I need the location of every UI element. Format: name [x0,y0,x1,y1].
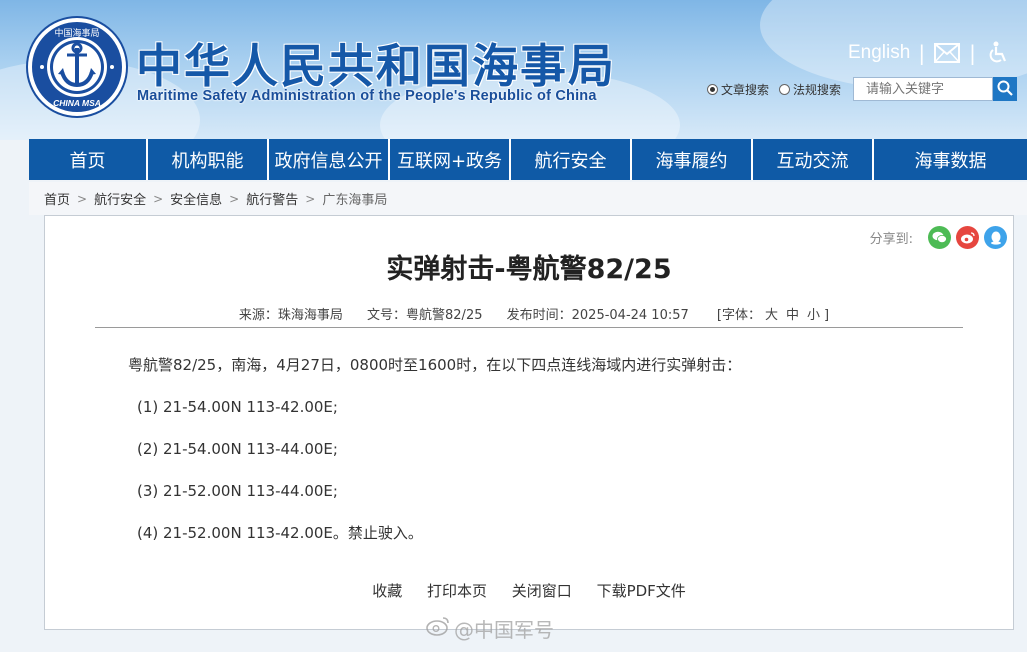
chevron-right-icon: > [229,191,240,206]
article-meta: 来源：珠海海事局 文号：粤航警82/25 发布时间：2025-04-24 10:… [45,304,1013,323]
breadcrumb-nav-warning[interactable]: 航行警告 [246,189,298,208]
article-panel: 分享到: 实弹射击-粤航警82/25 来源：珠海海事局 文号：粤航警82/25 … [44,215,1014,630]
nav-item-internet-gov[interactable]: 互联网+政务 [390,139,511,180]
nav-item-functions[interactable]: 机构职能 [148,139,269,180]
font-size-large[interactable]: 大 [765,308,778,323]
nav-item-compliance[interactable]: 海事履约 [632,139,753,180]
weibo-icon[interactable] [956,226,979,249]
article-actions: 收藏 打印本页 关闭窗口 下载PDF文件 [45,580,1013,601]
site-title-en: Maritime Safety Administration of the Pe… [137,88,597,104]
download-pdf-link[interactable]: 下载PDF文件 [597,582,686,600]
weibo-watermark-icon [426,616,450,641]
msa-logo[interactable]: 中国海事局 CHINA MSA [28,18,126,116]
nav-item-data[interactable]: 海事数据 [874,139,1027,180]
article-intro: 粤航警82/25，南海，4月27日，0800时至1600时，在以下四点连线海域内… [128,356,742,374]
meta-source: 来源：珠海海事局 [238,308,343,323]
article-title: 实弹射击-粤航警82/25 [386,254,672,285]
nav-item-home[interactable]: 首页 [29,139,148,180]
search-button[interactable] [993,77,1018,101]
english-link[interactable]: English [848,42,910,64]
breadcrumb-navigation-safety[interactable]: 航行安全 [94,189,146,208]
nav-item-gov-info[interactable]: 政府信息公开 [269,139,390,180]
radio-law-search[interactable]: 法规搜索 [779,81,841,98]
radio-label: 文章搜索 [721,82,770,97]
logo-text-top: 中国海事局 [54,27,99,39]
share-bar: 分享到: [870,226,1007,249]
radio-article-search[interactable]: 文章搜索 [707,81,769,98]
radio-label: 法规搜索 [793,82,842,97]
chevron-right-icon: > [305,191,316,206]
qq-icon[interactable] [984,226,1007,249]
wechat-icon[interactable] [928,226,951,249]
search-area: 文章搜索 法规搜索 [707,77,1018,101]
logo-text-bottom: CHINA MSA [53,98,101,108]
font-size-label: [字体： [716,308,761,323]
coordinate-point: (1) 21-54.00N 113-42.00E; [137,398,338,416]
site-header: 中国海事局 CHINA MSA 中华人民共和国海事局 Maritime Safe… [0,0,1027,140]
search-input[interactable] [853,77,994,101]
nav-item-interaction[interactable]: 互动交流 [753,139,874,180]
breadcrumb-guangdong-msa[interactable]: 广东海事局 [322,189,387,208]
coordinate-point: (2) 21-54.00N 113-44.00E; [137,440,338,458]
separator: | [918,41,926,65]
watermark-text: @中国军号 [454,618,554,642]
coordinate-point: (4) 21-52.00N 113-42.00E。禁止驶入。 [137,524,423,542]
font-size-medium[interactable]: 中 [786,308,799,323]
close-window-link[interactable]: 关闭窗口 [512,582,572,600]
breadcrumb-safety-info[interactable]: 安全信息 [170,189,222,208]
mail-icon[interactable] [933,41,961,65]
separator: | [969,41,976,65]
meta-doc-no: 文号：粤航警82/25 [367,308,483,323]
site-title-cn: 中华人民共和国海事局 [136,39,616,93]
font-size-close: ] [824,308,830,323]
favorite-link[interactable]: 收藏 [372,582,402,600]
nav-item-navigation-safety[interactable]: 航行安全 [511,139,632,180]
divider [95,327,963,328]
radio-dot [779,83,791,95]
radio-dot [707,83,718,95]
accessibility-icon[interactable] [984,41,1012,65]
breadcrumb-home[interactable]: 首页 [44,189,70,208]
meta-publish-time: 发布时间：2025-04-24 10:57 [506,308,689,323]
breadcrumb: 首页 > 航行安全 > 安全信息 > 航行警告 > 广东海事局 [29,182,1027,215]
coordinate-point: (3) 21-52.00N 113-44.00E; [137,482,338,500]
watermark: @中国军号 [426,614,554,643]
search-icon [997,80,1013,99]
print-link[interactable]: 打印本页 [427,582,487,600]
share-label: 分享到: [869,232,913,247]
font-size-small[interactable]: 小 [807,308,820,323]
chevron-right-icon: > [77,191,88,206]
main-nav: 首页 机构职能 政府信息公开 互联网+政务 航行安全 海事履约 互动交流 海事数… [29,139,1027,180]
chevron-right-icon: > [153,191,164,206]
top-links: English | | [848,38,1012,68]
article-body: 粤航警82/25，南海，4月27日，0800时至1600时，在以下四点连线海域内… [128,355,741,565]
